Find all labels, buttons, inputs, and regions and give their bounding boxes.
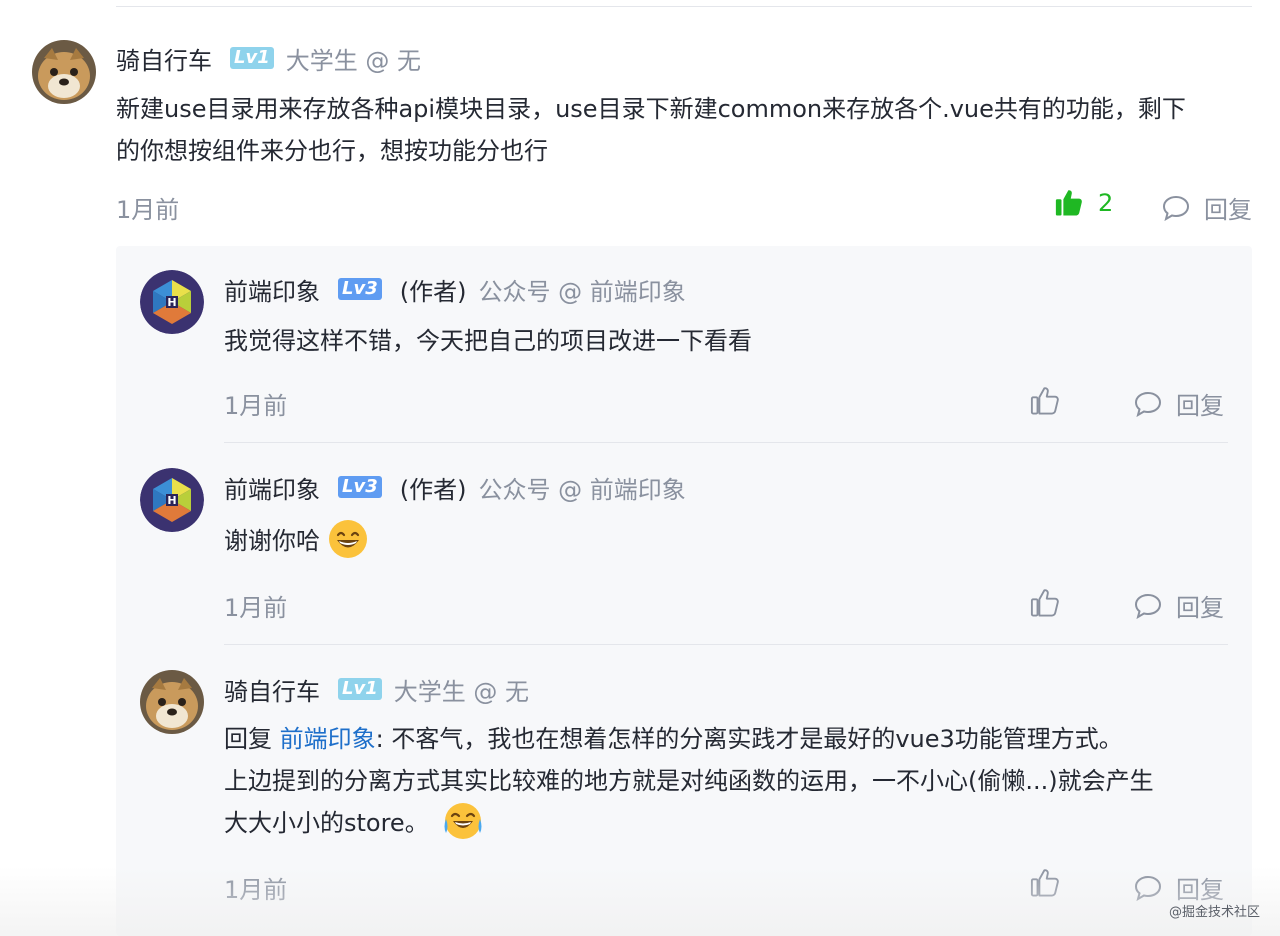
reply-label: 回复 [1176, 594, 1224, 622]
reply-user-row: 前端印象 Lv3 (作者) 公众号 @ 前端印象 [224, 272, 686, 306]
comment-content: 新建use目录用来存放各种api模块目录，use目录下新建common来存放各个… [116, 88, 1186, 172]
reply-text-line: 回复 前端印象: 不客气，我也在想着怎样的分离实践才是最好的vue3功能管理方式… [224, 718, 1154, 760]
user-job: 公众号 @ 前端印象 [478, 475, 686, 504]
svg-text:H: H [167, 494, 176, 507]
reply-button[interactable]: 回复 [1134, 588, 1224, 623]
user-job: 大学生 @ 无 [285, 46, 421, 75]
reply-user-row: 骑自行车 Lv1 大学生 @ 无 [224, 672, 529, 706]
avatar[interactable] [140, 670, 204, 734]
reply-text: : 不客气，我也在想着怎样的分离实践才是最好的vue3功能管理方式。 [375, 725, 1123, 753]
avatar-hexagon-logo-icon: H [140, 468, 204, 532]
reply-divider [224, 644, 1228, 645]
author-tag: (作者) [399, 475, 467, 504]
reply-text-line: 上边提到的分离方式其实比较难的地方就是对纯函数的运用，一不小心(偷懒...)就会… [224, 767, 1154, 795]
thumbs-up-outline-icon [1030, 589, 1059, 617]
reply-time: 1月前 [224, 876, 288, 904]
reply-label: 回复 [1176, 876, 1224, 904]
thumbs-up-outline-icon [1030, 869, 1059, 897]
like-button[interactable] [1030, 386, 1060, 416]
avatar-dog-icon [32, 40, 96, 104]
user-name[interactable]: 骑自行车 [116, 41, 212, 76]
tears-of-joy-icon [443, 801, 483, 841]
user-job: 公众号 @ 前端印象 [478, 277, 686, 306]
reply-content: 我觉得这样不错，今天把自己的项目改进一下看看 [224, 320, 752, 362]
reply-time: 1月前 [224, 392, 288, 420]
comment-bubble-icon [1134, 593, 1162, 619]
reply-text-line: 大大小小的store。 [224, 802, 1154, 844]
reply-button[interactable]: 回复 [1134, 870, 1224, 905]
user-name[interactable]: 前端印象 [224, 272, 320, 307]
level-badge[interactable]: Lv1 [338, 678, 382, 700]
reply-prefix: 回复 [224, 725, 272, 753]
comment-bubble-icon [1162, 195, 1190, 221]
comment-bubble-icon [1134, 875, 1162, 901]
like-count: 2 [1098, 189, 1114, 217]
comment-time: 1月前 [116, 196, 180, 224]
level-badge[interactable]: Lv3 [338, 278, 382, 300]
avatar-hexagon-logo-icon: H [140, 270, 204, 334]
level-badge[interactable]: Lv3 [338, 476, 382, 498]
reply-content: 谢谢你哈 [224, 520, 368, 562]
grinning-face-icon [328, 519, 368, 559]
reply-button[interactable]: 回复 [1134, 386, 1224, 421]
reply-to-user-link[interactable]: 前端印象 [280, 725, 376, 753]
watermark: @掘金技术社区 [1168, 905, 1260, 920]
reply-text: 谢谢你哈 [224, 527, 320, 555]
svg-text:H: H [167, 296, 176, 309]
reply-time: 1月前 [224, 594, 288, 622]
user-job: 大学生 @ 无 [393, 677, 529, 706]
avatar[interactable]: H [140, 468, 204, 532]
thumbs-up-filled-icon [1055, 190, 1082, 216]
comment-user-row: 骑自行车 Lv1 大学生 @ 无 [116, 41, 421, 75]
reply-label: 回复 [1204, 196, 1252, 224]
avatar[interactable] [32, 40, 96, 104]
top-divider [116, 6, 1252, 7]
reply-text: 我觉得这样不错，今天把自己的项目改进一下看看 [224, 327, 752, 355]
avatar-dog-icon [140, 670, 204, 734]
user-name[interactable]: 前端印象 [224, 470, 320, 505]
like-button[interactable] [1030, 588, 1060, 618]
like-button[interactable] [1030, 868, 1060, 898]
avatar[interactable]: H [140, 270, 204, 334]
user-name[interactable]: 骑自行车 [224, 672, 320, 707]
comment-bubble-icon [1134, 391, 1162, 417]
author-tag: (作者) [399, 277, 467, 306]
level-badge[interactable]: Lv1 [230, 47, 274, 69]
reply-divider [224, 442, 1228, 443]
reply-user-row: 前端印象 Lv3 (作者) 公众号 @ 前端印象 [224, 470, 686, 504]
thumbs-up-outline-icon [1030, 387, 1059, 415]
comment-text-line: 新建use目录用来存放各种api模块目录，use目录下新建common来存放各个… [116, 95, 1186, 123]
reply-label: 回复 [1176, 392, 1224, 420]
comment-text-line: 的你想按组件来分也行，想按功能分也行 [116, 137, 548, 165]
like-button[interactable]: 2 [1054, 188, 1113, 218]
reply-text: 大大小小的store。 [224, 809, 429, 837]
reply-content: 回复 前端印象: 不客气，我也在想着怎样的分离实践才是最好的vue3功能管理方式… [224, 718, 1154, 844]
reply-button[interactable]: 回复 [1162, 190, 1252, 225]
